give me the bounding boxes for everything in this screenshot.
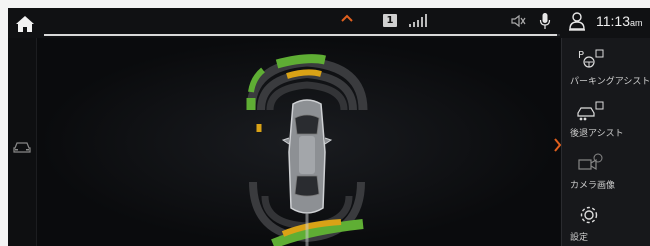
menu-item-camera-image[interactable]: カメラ画像	[562, 146, 650, 196]
home-icon[interactable]	[14, 14, 36, 34]
idrive-screen: 1 11:13am P パーキングアシスト 後退アシスト カメラ画像 設定	[8, 8, 650, 246]
clock-time: 11:13	[596, 13, 630, 29]
reverse-assist-icon	[577, 101, 604, 121]
car-front-icon[interactable]	[12, 140, 32, 154]
clock: 11:13am	[596, 13, 643, 29]
camera-icon	[578, 153, 603, 171]
vehicle-top-view	[281, 99, 333, 214]
menu-item-settings[interactable]: 設定	[562, 198, 650, 246]
menu-label-reverse-assist: 後退アシスト	[570, 129, 624, 139]
gear-icon	[580, 206, 598, 224]
menu-label-camera-image: カメラ画像	[570, 181, 616, 191]
status-progress-fill	[44, 34, 557, 36]
parking-distance-display	[246, 54, 368, 246]
menu-label-parking-assist: パーキングアシスト	[570, 77, 650, 87]
speaker-mute-icon[interactable]	[510, 13, 526, 29]
menu-item-parking-assist[interactable]: P パーキングアシスト	[562, 42, 650, 92]
user-profile-icon[interactable]	[568, 11, 586, 31]
clock-ampm: am	[630, 18, 643, 28]
status-bar: 1 11:13am	[8, 8, 650, 38]
signal-strength-icon	[409, 14, 427, 27]
menu-label-settings: 設定	[570, 233, 589, 243]
microphone-icon[interactable]	[539, 12, 551, 30]
parking-sensor-view	[37, 38, 560, 246]
assist-menu-panel: P パーキングアシスト 後退アシスト カメラ画像 設定	[561, 38, 650, 246]
sim-badge: 1	[383, 14, 397, 27]
chevron-up-icon[interactable]	[340, 13, 354, 23]
menu-item-reverse-assist[interactable]: 後退アシスト	[562, 94, 650, 144]
left-side-bar	[8, 38, 37, 246]
status-progress-track	[44, 34, 560, 36]
parking-assist-icon: P	[578, 49, 604, 68]
svg-text:P: P	[578, 50, 584, 61]
